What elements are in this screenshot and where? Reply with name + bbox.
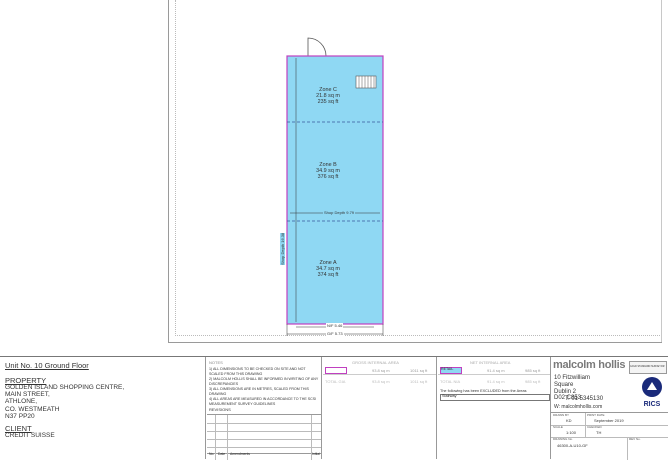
revisions-heading: REVISIONS xyxy=(209,407,231,412)
address-line-2: Square xyxy=(554,381,574,388)
date-value: September 2019 xyxy=(594,418,624,423)
nf-width-label: N/F 5.46 xyxy=(326,323,344,328)
property-line-3: ATHLONE, xyxy=(5,398,38,406)
gia-row-1-sqft: 1011 sq ft xyxy=(410,368,428,373)
drawing-no-label: DRAWING No. xyxy=(553,437,573,441)
sheet-border-right xyxy=(661,0,662,342)
property-line-2: MAIN STREET, xyxy=(5,391,50,399)
address-line-1: 10 Fitzwilliam xyxy=(554,375,591,381)
company-phone: T: 01 5345130 xyxy=(565,396,604,402)
gia-total-sqm: 93.8 sq m xyxy=(372,379,390,384)
excluded-label: Stairway xyxy=(442,394,457,398)
gia-heading: GROSS INTERNAL AREA xyxy=(352,360,399,365)
total-depth-label: Shop Depth 16.38 xyxy=(280,232,285,265)
company-web: W: malcolmhollis.com xyxy=(554,404,603,410)
award-text: GOLD STANDARD SURVEYOR xyxy=(630,365,665,368)
property-address: GOLDEN ISLAND SHOPPING CENTRE, MAIN STRE… xyxy=(5,384,124,420)
rev-col-initial: Initial xyxy=(312,452,320,456)
property-line-4: CO. WESTMEATH xyxy=(5,405,60,413)
client-name: CREDIT SUISSE xyxy=(5,432,55,439)
nia-total-sqft: 985 sq ft xyxy=(525,379,541,384)
rics-logo-icon: RICS xyxy=(642,377,662,408)
address-line-3: Dublin 2 xyxy=(554,388,577,395)
drawn-by-label: DRAWN BY xyxy=(553,413,570,417)
zone-b-label: Zone B 34.9 sq m 376 sq ft xyxy=(300,162,356,180)
rev-col-date: Date xyxy=(218,452,226,456)
gia-row-1-sqm: 93.8 sq m xyxy=(372,368,390,373)
nia-total-label: TOTAL NIA xyxy=(440,379,461,384)
gia-total-label: TOTAL GIA xyxy=(325,379,346,384)
date-label: PRINT DATE xyxy=(587,413,605,417)
nia-rule xyxy=(438,374,550,375)
nia-row-1-label: RETAIL xyxy=(441,367,454,371)
drawn-by-value: KD xyxy=(566,418,572,423)
gf-width-label: G/F 5.73 xyxy=(326,331,344,336)
gia-rule xyxy=(323,374,436,375)
door-icon xyxy=(307,37,327,57)
gia-swatch xyxy=(325,367,347,374)
rev-label: REV No. xyxy=(629,437,641,441)
zone-c-sqft: 235 sq ft xyxy=(317,99,339,105)
excluded-note: The following has been EXCLUDED from the… xyxy=(440,389,527,393)
rev-col-amendments: Amendments xyxy=(230,452,250,456)
scale-value: 1:100 xyxy=(566,430,577,435)
gia-total-sqft: 1011 sq ft xyxy=(410,379,428,384)
nia-row-1-sqm: 91.4 sq m xyxy=(487,368,505,373)
sheet-inner-frame xyxy=(175,0,660,336)
nia-row-1-sqft: 985 sq ft xyxy=(525,368,541,373)
zone-b-sqft: 376 sq ft xyxy=(317,174,339,180)
sheet-border-left xyxy=(168,0,169,342)
scale-label: SCALE xyxy=(553,425,563,429)
nia-total-sqm: 91.4 sq m xyxy=(487,379,505,384)
rics-text: RICS xyxy=(644,401,661,408)
unit-title: Unit No. 10 Ground Floor xyxy=(5,361,89,370)
checked-label: CHECKED xyxy=(587,425,602,429)
property-line-1: GOLDEN ISLAND SHOPPING CENTRE, xyxy=(5,384,125,391)
sheet-border-bottom xyxy=(168,342,662,343)
note-2: 2) MALCOLM HOLLIS SHALL BE INFORMED IN W… xyxy=(209,377,319,386)
zone-a-sqft: 374 sq ft xyxy=(317,272,339,278)
note-4: 4) ALL AREAS ARE MEASURED IN ACCORDANCE … xyxy=(209,397,317,406)
nia-heading: NET INTERNAL AREA xyxy=(470,360,511,365)
note-1: 1) ALL DIMENSIONS TO BE CHECKED ON SITE … xyxy=(209,367,306,376)
property-line-5: N37 PP20 xyxy=(5,412,35,420)
company-logo: malcolm hollis xyxy=(553,359,626,371)
notes-list: 1) ALL DIMENSIONS TO BE CHECKED ON SITE … xyxy=(209,367,319,407)
rev-col-no: No. xyxy=(209,452,215,456)
notes-heading: NOTES xyxy=(209,360,223,365)
floor-plan xyxy=(286,37,384,336)
shop-depth-label: Shop Depth 9.79 xyxy=(323,210,356,215)
checked-value: TH xyxy=(596,430,602,435)
zone-a-label: Zone A 34.7 sq m 374 sq ft xyxy=(300,260,356,278)
zone-c-label: Zone C 21.8 sq m 235 sq ft xyxy=(300,87,356,105)
drawing-no-value: 46300-A-U10-GF xyxy=(557,443,588,448)
note-3: 3) ALL DIMENSIONS ARE IN METRES, SCALED … xyxy=(209,387,309,396)
